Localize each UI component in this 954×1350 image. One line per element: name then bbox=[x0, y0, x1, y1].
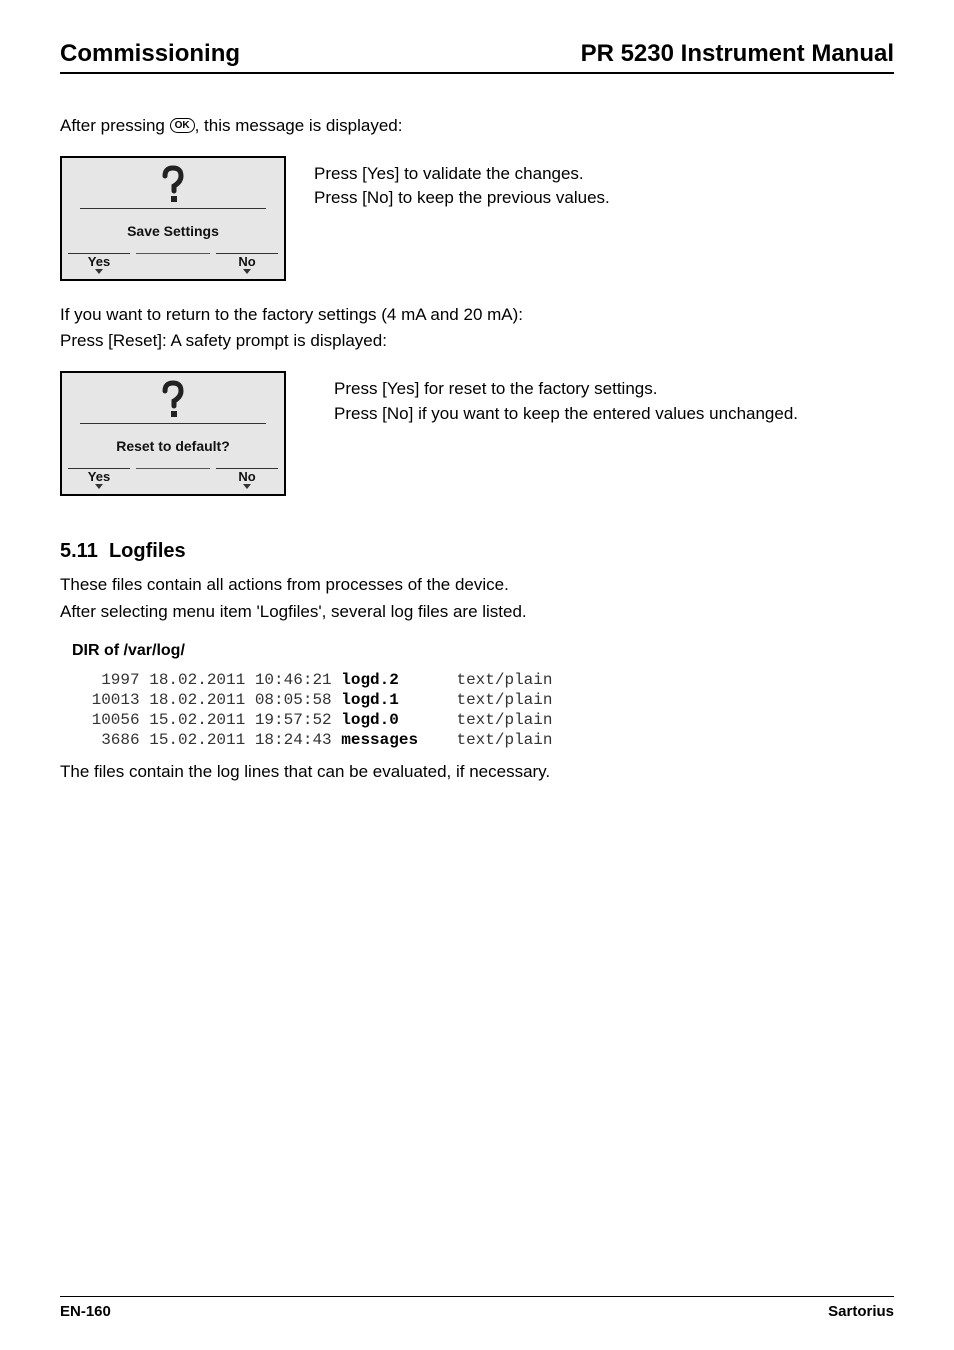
chevron-down-icon bbox=[95, 269, 103, 274]
chevron-down-icon bbox=[95, 484, 103, 489]
question-mark-icon bbox=[62, 158, 284, 206]
section-p3: The files contain the log lines that can… bbox=[60, 760, 894, 785]
yes-label: Yes bbox=[88, 469, 110, 484]
section-number: 5.11 bbox=[60, 540, 98, 562]
header-section-title: Commissioning bbox=[60, 40, 240, 68]
section-heading: 5.11 Logfiles bbox=[60, 540, 894, 563]
footer-page-number: EN-160 bbox=[60, 1303, 111, 1320]
intro-line: After pressing OK, this message is displ… bbox=[60, 114, 894, 139]
intro-suffix: , this message is displayed: bbox=[195, 116, 403, 135]
yes-label: Yes bbox=[88, 254, 110, 269]
mid-line-2: Press [Reset]: A safety prompt is displa… bbox=[60, 329, 894, 354]
dialog2-side-line-1: Press [Yes] for reset to the factory set… bbox=[334, 377, 798, 402]
chevron-down-icon bbox=[243, 484, 251, 489]
mid-line-1: If you want to return to the factory set… bbox=[60, 303, 894, 328]
dialog2-description: Press [Yes] for reset to the factory set… bbox=[286, 371, 798, 426]
dialog-title: Reset to default? bbox=[62, 424, 284, 468]
section-p2: After selecting menu item 'Logfiles', se… bbox=[60, 600, 894, 625]
dir-heading: DIR of /var/log/ bbox=[72, 642, 894, 660]
yes-button[interactable]: Yes bbox=[62, 253, 136, 279]
section-title: Logfiles bbox=[109, 540, 186, 562]
dialog1-side-line-2: Press [No] to keep the previous values. bbox=[314, 186, 610, 211]
no-label: No bbox=[238, 254, 255, 269]
dialog1-side-line-1: Press [Yes] to validate the changes. bbox=[314, 162, 610, 187]
intro-prefix: After pressing bbox=[60, 116, 170, 135]
question-mark-icon bbox=[62, 373, 284, 421]
softkey-slot-2 bbox=[136, 468, 210, 494]
reset-default-dialog: Reset to default? Yes No bbox=[60, 371, 286, 496]
page-footer: EN-160 Sartorius bbox=[60, 1296, 894, 1320]
chevron-down-icon bbox=[243, 269, 251, 274]
yes-button[interactable]: Yes bbox=[62, 468, 136, 494]
no-button[interactable]: No bbox=[210, 468, 284, 494]
footer-brand: Sartorius bbox=[828, 1303, 894, 1320]
file-listing: 1997 18.02.2011 10:46:21 logd.2 text/pla… bbox=[82, 670, 894, 750]
save-settings-dialog: Save Settings Yes No bbox=[60, 156, 286, 281]
no-button[interactable]: No bbox=[210, 253, 284, 279]
dialog1-description: Press [Yes] to validate the changes. Pre… bbox=[286, 156, 610, 211]
dialog-title: Save Settings bbox=[62, 209, 284, 253]
dialog2-side-line-2: Press [No] if you want to keep the enter… bbox=[334, 402, 798, 427]
section-p1: These files contain all actions from pro… bbox=[60, 573, 894, 598]
ok-key-icon: OK bbox=[170, 118, 195, 133]
no-label: No bbox=[238, 469, 255, 484]
header-manual-title: PR 5230 Instrument Manual bbox=[581, 40, 894, 68]
softkey-slot-2 bbox=[136, 253, 210, 279]
page-header: Commissioning PR 5230 Instrument Manual bbox=[60, 40, 894, 74]
